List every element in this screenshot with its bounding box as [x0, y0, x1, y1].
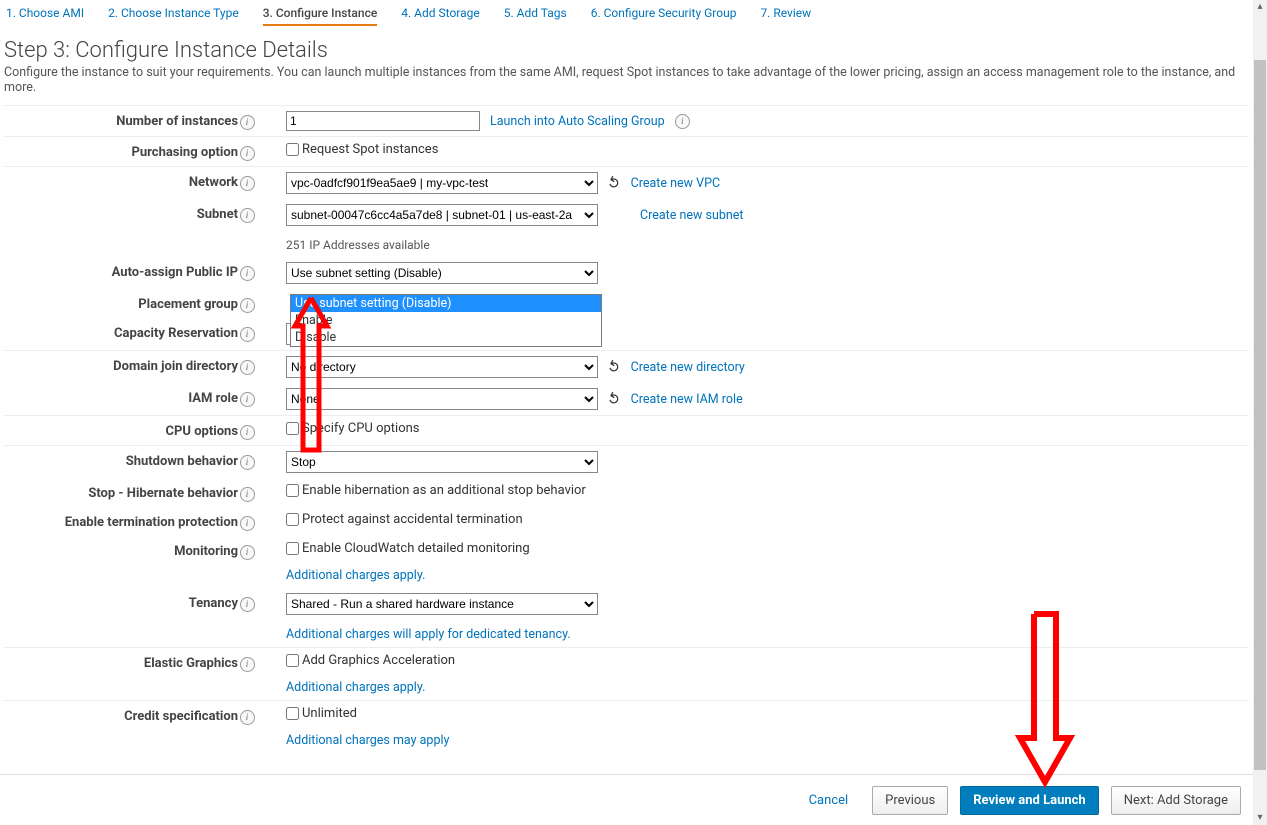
- info-icon[interactable]: i: [240, 327, 255, 342]
- scrollbar-thumb[interactable]: [1254, 60, 1266, 770]
- page-description: Configure the instance to suit your requ…: [4, 65, 1249, 95]
- label-iam: IAM role: [4, 388, 238, 406]
- info-icon[interactable]: i: [675, 114, 690, 129]
- hibernate-checkbox[interactable]: [286, 484, 299, 497]
- create-iam-link[interactable]: Create new IAM role: [631, 392, 743, 407]
- refresh-icon[interactable]: ↻: [603, 173, 625, 193]
- auto-ip-option[interactable]: Use subnet setting (Disable): [291, 295, 601, 312]
- request-spot-checkbox[interactable]: [286, 143, 299, 156]
- hibernate-label[interactable]: Enable hibernation as an additional stop…: [286, 483, 586, 498]
- elastic-label[interactable]: Add Graphics Acceleration: [286, 653, 455, 668]
- create-directory-link[interactable]: Create new directory: [631, 360, 745, 375]
- monitoring-charges-link[interactable]: Additional charges apply.: [286, 568, 425, 583]
- info-icon[interactable]: i: [240, 487, 255, 502]
- info-icon[interactable]: i: [240, 266, 255, 281]
- scroll-down-arrow[interactable]: ▾: [1253, 811, 1267, 825]
- credit-charges-link[interactable]: Additional charges may apply: [286, 733, 449, 748]
- label-termination: Enable termination protection: [4, 512, 238, 530]
- scroll-up-arrow[interactable]: ▴: [1253, 0, 1267, 14]
- label-elastic: Elastic Graphics: [4, 653, 238, 671]
- info-icon[interactable]: i: [240, 115, 255, 130]
- annotation-arrow-down: [1010, 608, 1080, 788]
- label-subnet: Subnet: [4, 204, 238, 222]
- subnet-select[interactable]: subnet-00047c6cc4a5a7de8 | subnet-01 | u…: [286, 204, 598, 226]
- info-icon[interactable]: i: [240, 392, 255, 407]
- create-subnet-link[interactable]: Create new subnet: [640, 208, 744, 223]
- num-instances-input[interactable]: [286, 111, 480, 131]
- tenancy-charges-link[interactable]: Additional charges will apply for dedica…: [286, 627, 571, 642]
- create-vpc-link[interactable]: Create new VPC: [631, 176, 721, 191]
- monitoring-checkbox[interactable]: [286, 542, 299, 555]
- label-tenancy: Tenancy: [4, 593, 238, 611]
- label-network: Network: [4, 172, 238, 190]
- info-icon[interactable]: i: [240, 146, 255, 161]
- label-capacity: Capacity Reservation: [4, 323, 238, 341]
- previous-button[interactable]: Previous: [872, 786, 948, 815]
- elastic-charges-link[interactable]: Additional charges apply.: [286, 680, 425, 695]
- label-credit: Credit specification: [4, 706, 238, 724]
- label-cpu: CPU options: [4, 421, 238, 439]
- info-icon[interactable]: i: [240, 360, 255, 375]
- auto-ip-dropdown-list[interactable]: Use subnet setting (Disable) Enable Disa…: [290, 294, 602, 347]
- info-icon[interactable]: i: [240, 657, 255, 672]
- launch-asg-link[interactable]: Launch into Auto Scaling Group: [490, 114, 665, 129]
- info-icon[interactable]: i: [240, 545, 255, 560]
- label-auto-ip: Auto-assign Public IP: [4, 262, 238, 280]
- credit-checkbox[interactable]: [286, 707, 299, 720]
- auto-ip-option[interactable]: Enable: [291, 312, 601, 329]
- monitoring-label[interactable]: Enable CloudWatch detailed monitoring: [286, 541, 530, 556]
- label-shutdown: Shutdown behavior: [4, 451, 238, 469]
- wizard-steps: 1. Choose AMI 2. Choose Instance Type 3. C…: [4, 4, 1249, 32]
- elastic-checkbox[interactable]: [286, 654, 299, 667]
- info-icon[interactable]: i: [240, 455, 255, 470]
- wizard-step-4[interactable]: 5. Add Tags: [504, 6, 567, 26]
- next-storage-button[interactable]: Next: Add Storage: [1111, 786, 1241, 815]
- label-domainjoin: Domain join directory: [4, 356, 238, 374]
- termination-checkbox[interactable]: [286, 513, 299, 526]
- request-spot-label[interactable]: Request Spot instances: [286, 142, 438, 157]
- wizard-step-1[interactable]: 2. Choose Instance Type: [108, 6, 239, 26]
- info-icon[interactable]: i: [240, 208, 255, 223]
- scrollbar-track[interactable]: ▴ ▾: [1253, 0, 1267, 825]
- credit-label[interactable]: Unlimited: [286, 706, 357, 721]
- auto-ip-option[interactable]: Disable: [291, 329, 601, 346]
- label-placement: Placement group: [4, 294, 238, 312]
- wizard-step-6[interactable]: 7. Review: [760, 6, 811, 26]
- review-launch-button[interactable]: Review and Launch: [960, 786, 1099, 815]
- wizard-step-0[interactable]: 1. Choose AMI: [6, 6, 84, 26]
- tenancy-select[interactable]: Shared - Run a shared hardware instance: [286, 593, 598, 615]
- info-icon[interactable]: i: [240, 516, 255, 531]
- page-title: Step 3: Configure Instance Details: [4, 38, 1249, 63]
- label-purchasing: Purchasing option: [4, 142, 238, 160]
- wizard-step-2: 3. Configure Instance: [263, 6, 378, 26]
- label-hibernate: Stop - Hibernate behavior: [4, 483, 238, 501]
- network-select[interactable]: vpc-0adfcf901f9ea5ae9 | my-vpc-test: [286, 172, 598, 194]
- annotation-arrow-up: [289, 290, 333, 456]
- refresh-icon[interactable]: ↻: [603, 389, 625, 409]
- subnet-availability: 251 IP Addresses available: [286, 238, 1249, 252]
- info-icon[interactable]: i: [240, 710, 255, 725]
- auto-ip-select[interactable]: Use subnet setting (Disable): [286, 262, 598, 284]
- wizard-step-3[interactable]: 4. Add Storage: [401, 6, 479, 26]
- wizard-step-5[interactable]: 6. Configure Security Group: [591, 6, 737, 26]
- label-num-instances: Number of instances: [4, 111, 238, 129]
- info-icon[interactable]: i: [240, 425, 255, 440]
- cancel-button[interactable]: Cancel: [797, 787, 861, 814]
- info-icon[interactable]: i: [240, 597, 255, 612]
- refresh-icon[interactable]: ↻: [603, 357, 625, 377]
- termination-label[interactable]: Protect against accidental termination: [286, 512, 523, 527]
- label-monitoring: Monitoring: [4, 541, 238, 559]
- info-icon[interactable]: i: [240, 298, 255, 313]
- info-icon[interactable]: i: [240, 176, 255, 191]
